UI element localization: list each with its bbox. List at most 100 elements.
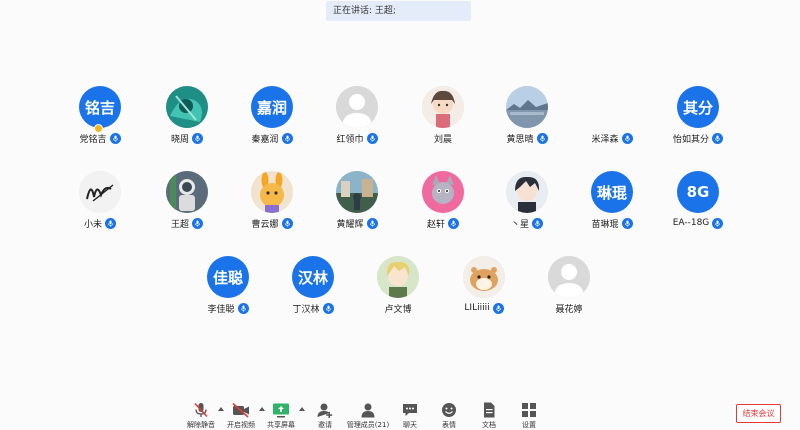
mic-icon	[621, 217, 633, 229]
participant-tile[interactable]: 王超	[139, 171, 235, 237]
chat-label: 聊天	[403, 421, 417, 429]
participant-tile[interactable]: 米泽森	[564, 86, 660, 152]
document-icon	[484, 402, 495, 418]
participant-name-row: 米泽森	[564, 131, 660, 145]
participant-name: 聂花婷	[555, 304, 583, 315]
participant-name: LILiiiii	[464, 303, 490, 313]
participant-name-row: 苗琳琨	[564, 216, 660, 230]
chat-icon	[403, 404, 417, 416]
participant-name: 秦嘉润	[251, 134, 279, 145]
avatar-image	[506, 171, 548, 213]
participant-name-row: 小未	[52, 216, 148, 230]
mic-icon	[492, 302, 504, 314]
participant-name: 丶星	[510, 219, 529, 230]
mic-icon	[536, 132, 548, 144]
participant-tile[interactable]: 嘉润 秦嘉润	[224, 86, 320, 152]
participant-tile[interactable]: 卢文博	[350, 256, 446, 322]
participant-name-row: 赵轩	[395, 216, 491, 230]
start-video-label: 开启视频	[227, 421, 255, 429]
participant-name: 王超	[170, 219, 189, 230]
participant-name-row: 怡如其分	[650, 131, 746, 145]
video-off-icon	[232, 402, 249, 418]
host-badge-icon	[94, 124, 103, 133]
emoji-label: 表情	[442, 421, 456, 429]
avatar-initials: 铭吉	[79, 86, 121, 128]
participant-tile[interactable]: 其分 怡如其分	[650, 86, 746, 152]
invite-icon	[317, 403, 333, 418]
mic-icon	[192, 217, 203, 229]
mic-icon	[281, 217, 293, 229]
participant-name: 刘晨	[433, 134, 452, 145]
avatar-initials: 琳琨	[591, 171, 633, 213]
participant-name-row: 卢文博	[350, 301, 446, 315]
settings-button[interactable]: 设置	[504, 398, 554, 430]
mic-icon	[192, 132, 203, 144]
settings-icon	[522, 403, 536, 417]
mic-icon	[366, 217, 378, 229]
mic-icon	[712, 217, 724, 229]
unmute-label: 解除静音	[187, 421, 215, 429]
participant-tile[interactable]: 琳琨 苗琳琨	[564, 171, 660, 237]
participant-name: 党铭吉	[79, 134, 107, 145]
participant-name: 苗琳琨	[591, 219, 619, 230]
emoji-icon	[442, 403, 456, 417]
avatar-initials: 其分	[677, 86, 719, 128]
share-screen-button[interactable]: 共享屏幕	[256, 398, 306, 430]
participant-name-row: 刘晨	[395, 131, 491, 145]
mic-icon	[105, 217, 116, 229]
avatar-image	[377, 256, 419, 298]
participant-tile[interactable]: 汉林 丁汉林	[265, 256, 361, 322]
participant-tile[interactable]: LILiiiii	[436, 256, 532, 322]
mic-icon	[237, 302, 249, 314]
participant-name-row: 王超	[139, 216, 235, 230]
participant-tile[interactable]: 晓周	[139, 86, 235, 152]
participant-name-row: 丶星	[479, 216, 575, 230]
avatar-initials: 佳聪	[207, 256, 249, 298]
participant-tile[interactable]: 丶星	[479, 171, 575, 237]
avatar-initials: 汉林	[292, 256, 334, 298]
avatar-image	[463, 256, 505, 298]
participant-name: 黄思晴	[506, 134, 534, 145]
participant-tile[interactable]: 红领巾	[309, 86, 405, 152]
participant-name-row: 黄思晴	[479, 131, 575, 145]
participant-name-row: 丁汉林	[265, 301, 361, 315]
mic-muted-icon	[194, 402, 208, 418]
participant-name-row: 曹云娜	[224, 216, 320, 230]
end-meeting-button[interactable]: 结束会议	[736, 404, 781, 423]
speaking-banner: 正在讲话: 王超;	[326, 1, 471, 21]
avatar-initials: 8G	[677, 171, 719, 213]
document-label: 文档	[482, 421, 496, 429]
avatar-image	[336, 171, 378, 213]
participant-tile[interactable]: 小未	[52, 171, 148, 237]
participant-name-row: 党铭吉	[52, 131, 148, 145]
avatar-image	[79, 171, 121, 213]
participant-name-row: 李佳聪	[180, 301, 276, 315]
participant-tile[interactable]: 8G EA--18G	[650, 171, 746, 237]
participant-name: 赵轩	[426, 219, 445, 230]
participant-name-row: 聂花婷	[521, 301, 617, 315]
avatar-image	[506, 86, 548, 128]
manage-members-label: 管理成员(21)	[346, 421, 390, 429]
mic-icon	[322, 302, 334, 314]
avatar-image	[166, 86, 208, 128]
participant-tile[interactable]: 黄思晴	[479, 86, 575, 152]
participant-tile[interactable]: 黄耀辉	[309, 171, 405, 237]
mic-icon	[712, 132, 723, 144]
mic-icon	[532, 217, 543, 229]
participant-tile[interactable]: 曹云娜	[224, 171, 320, 237]
participant-name: 小未	[83, 219, 102, 230]
avatar-image	[548, 256, 590, 298]
participant-tile[interactable]: 佳聪 李佳聪	[180, 256, 276, 322]
participant-name-row: 秦嘉润	[224, 131, 320, 145]
participant-name: 曹云娜	[251, 219, 279, 230]
share-screen-label: 共享屏幕	[267, 421, 295, 429]
participant-tile[interactable]: 铭吉 党铭吉	[52, 86, 148, 152]
participant-tile[interactable]: 刘晨	[395, 86, 491, 152]
participant-name-row: EA--18G	[650, 216, 746, 230]
avatar-image	[251, 171, 293, 213]
participant-tile[interactable]: 聂花婷	[521, 256, 617, 322]
participant-tile[interactable]: 赵轩	[395, 171, 491, 237]
mic-icon	[109, 132, 121, 144]
avatar-image	[422, 171, 464, 213]
avatar-image	[166, 171, 208, 213]
